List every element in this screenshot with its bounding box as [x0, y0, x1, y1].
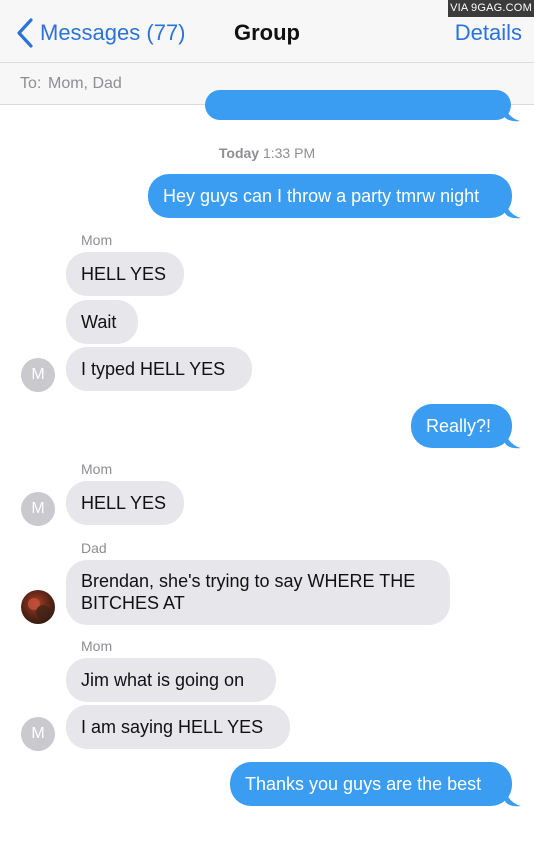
- message-bubble-incoming[interactable]: Wait: [66, 300, 138, 344]
- avatar-initial: M: [31, 366, 45, 383]
- message-bubble-outgoing[interactable]: Hey guys can I throw a party tmrw night: [148, 174, 512, 218]
- sender-name: Mom: [81, 638, 113, 654]
- message-text: Wait: [81, 312, 117, 332]
- message-bubble-incoming[interactable]: I am saying HELL YES: [66, 705, 290, 749]
- message-text: Jim what is going on: [81, 670, 245, 690]
- message-bubble-incoming[interactable]: HELL YES: [66, 481, 184, 525]
- sender-name: Dad: [81, 540, 107, 556]
- navigation-bar: Messages (77) Group Details VIA 9GAG.COM: [0, 0, 534, 62]
- message-text: HELL YES: [81, 264, 167, 284]
- profile-photo-icon: [21, 590, 55, 624]
- message-text-line: BITCHES AT: [81, 593, 185, 613]
- conversation-title: Group: [234, 20, 300, 45]
- timestamp-time: 1:33 PM: [262, 145, 316, 161]
- back-button-label: Messages (77): [40, 20, 186, 45]
- message-text: I typed HELL YES: [81, 359, 226, 379]
- message-text: HELL YES: [81, 493, 167, 513]
- message-text-line: Brendan, she's trying to say WHERE THE: [81, 571, 416, 591]
- details-button[interactable]: Details: [455, 20, 522, 46]
- recipients-names[interactable]: Mom, Dad: [48, 75, 122, 93]
- message-text: Thanks you guys are the best: [245, 774, 482, 794]
- message-bubble-outgoing[interactable]: Really?!: [411, 404, 512, 448]
- message-bubble-incoming[interactable]: Brendan, she's trying to say WHERE THE B…: [66, 560, 450, 625]
- sender-name: Mom: [81, 461, 113, 477]
- timestamp: Today 1:33 PM: [0, 145, 534, 161]
- bubble-tail: [505, 789, 521, 807]
- message-bubble-incoming[interactable]: HELL YES: [66, 252, 184, 296]
- sender-name: Mom: [81, 232, 113, 248]
- watermark: VIA 9GAG.COM: [448, 0, 534, 17]
- message-bubble-incoming[interactable]: I typed HELL YES: [66, 347, 252, 391]
- avatar[interactable]: M: [21, 492, 55, 526]
- message-bubble-outgoing[interactable]: Thanks you guys are the best: [230, 762, 512, 806]
- bubble-tail: [504, 104, 520, 122]
- avatar-photo[interactable]: [21, 590, 55, 624]
- timestamp-day: Today: [218, 145, 260, 161]
- avatar[interactable]: M: [21, 358, 55, 392]
- message-text: Hey guys can I throw a party tmrw night: [163, 186, 480, 206]
- avatar-initial: M: [31, 500, 45, 517]
- message-text: Really?!: [426, 416, 492, 436]
- bubble-tail: [505, 431, 521, 449]
- bubble-tail: [505, 201, 521, 219]
- recipients-prefix: To:: [20, 75, 42, 92]
- avatar-initial: M: [31, 725, 45, 742]
- message-text: I am saying HELL YES: [81, 717, 264, 737]
- chevron-left-icon: [17, 18, 33, 48]
- avatar[interactable]: M: [21, 717, 55, 751]
- message-bubble-incoming[interactable]: Jim what is going on: [66, 658, 276, 702]
- previous-message-bubble-partial[interactable]: [205, 90, 511, 120]
- back-button[interactable]: Messages (77): [14, 16, 186, 50]
